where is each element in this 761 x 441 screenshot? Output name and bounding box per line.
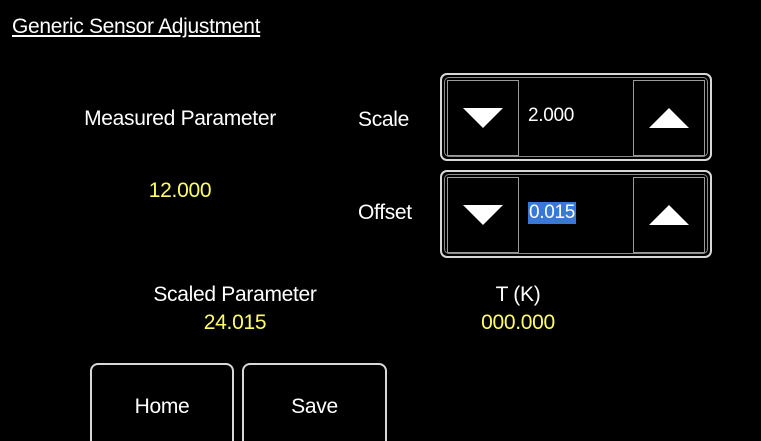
offset-value[interactable]: 0.015 (528, 202, 577, 224)
scale-value[interactable]: 2.000 (528, 105, 574, 127)
save-button[interactable]: Save (242, 363, 387, 441)
temperature-value: 000.000 (481, 311, 555, 334)
offset-label: Offset (358, 201, 412, 224)
offset-stepper: 0.015 (440, 170, 712, 258)
sensor-adjustment-screen: Generic Sensor Adjustment Measured Param… (0, 0, 761, 441)
save-button-label: Save (291, 395, 338, 418)
triangle-up-icon (649, 205, 689, 225)
offset-increment-button[interactable] (633, 177, 705, 253)
page-title: Generic Sensor Adjustment (12, 15, 261, 38)
measured-parameter-value: 12.000 (148, 179, 212, 202)
scale-stepper: 2.000 (440, 73, 712, 161)
scaled-parameter-value: 24.015 (203, 311, 267, 334)
offset-decrement-button[interactable] (447, 177, 519, 253)
scale-increment-button[interactable] (633, 80, 705, 156)
triangle-down-icon (463, 205, 503, 225)
scale-decrement-button[interactable] (447, 80, 519, 156)
triangle-up-icon (649, 108, 689, 128)
home-button-label: Home (134, 395, 190, 418)
scaled-parameter-label: Scaled Parameter (153, 283, 317, 306)
scale-label: Scale (358, 108, 410, 131)
temperature-label: T (K) (495, 283, 541, 306)
measured-parameter-label: Measured Parameter (84, 107, 276, 130)
triangle-down-icon (463, 108, 503, 128)
home-button[interactable]: Home (90, 363, 234, 441)
